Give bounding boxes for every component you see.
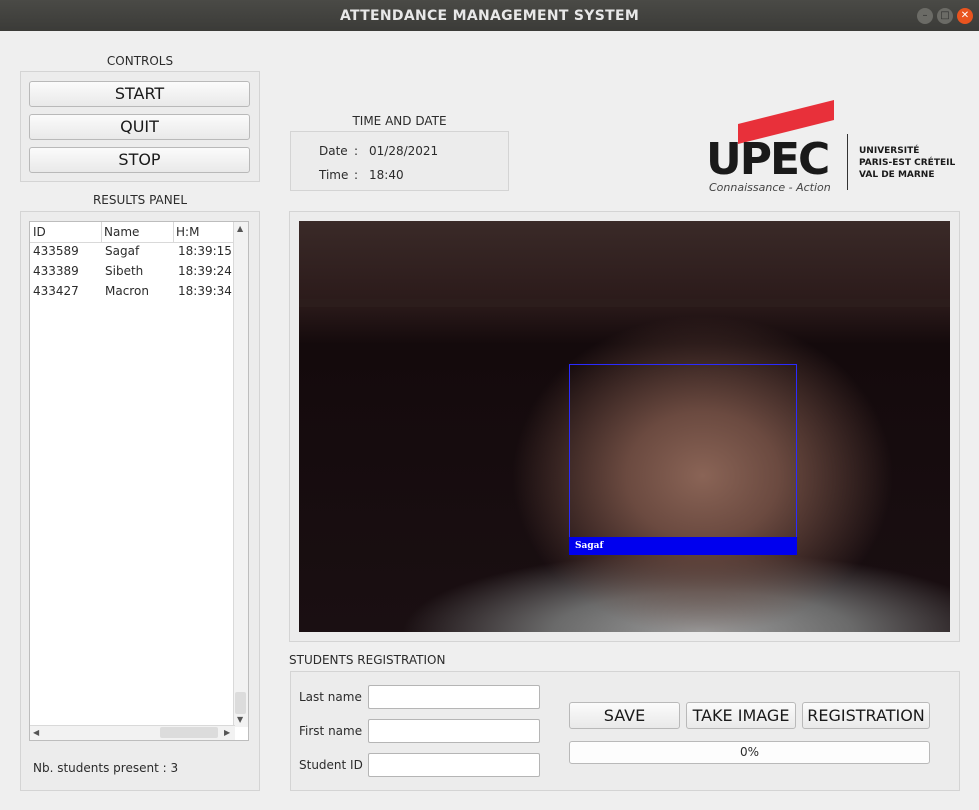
cell-time: 18:39:15: [178, 244, 232, 258]
scroll-left-icon[interactable]: ◀: [33, 728, 39, 737]
logo-line2: PARIS-EST CRÉTEIL: [859, 158, 956, 168]
shelf-edge: [299, 299, 950, 307]
registration-label: STUDENTS REGISTRATION: [289, 653, 446, 667]
last-name-label: Last name: [299, 690, 362, 704]
logo-tagline: Connaissance - Action: [709, 181, 831, 194]
camera-feed: Sagaf: [299, 221, 950, 632]
logo-mark: UPEC: [706, 134, 830, 185]
scroll-thumb-horizontal[interactable]: [160, 727, 218, 738]
cell-time: 18:39:24: [178, 264, 232, 278]
logo-line3: VAL DE MARNE: [859, 170, 935, 180]
date-label: Date: [319, 144, 348, 158]
registration-progress-bar: 0%: [569, 741, 930, 764]
scroll-right-icon[interactable]: ▶: [224, 728, 230, 737]
maximize-icon[interactable]: □: [937, 8, 953, 24]
vertical-scrollbar[interactable]: ▲ ▼: [233, 222, 248, 727]
logo-divider: [847, 134, 848, 190]
first-name-field[interactable]: [368, 719, 540, 743]
student-id-field[interactable]: [368, 753, 540, 777]
logo-line1: UNIVERSITÉ: [859, 146, 920, 156]
column-header-id[interactable]: ID: [33, 225, 46, 239]
cell-name: Macron: [105, 284, 149, 298]
date-value: 01/28/2021: [369, 144, 439, 158]
face-detection-box: [569, 364, 797, 555]
time-separator: :: [354, 168, 359, 182]
first-name-label: First name: [299, 724, 363, 738]
time-date-label: TIME AND DATE: [352, 114, 447, 128]
close-icon[interactable]: ✕: [957, 8, 973, 24]
column-header-time[interactable]: H:M: [176, 225, 199, 239]
cell-id: 433589: [33, 244, 79, 258]
date-separator: :: [354, 144, 359, 158]
cell-name: Sibeth: [105, 264, 144, 278]
results-label: RESULTS PANEL: [92, 193, 188, 207]
students-present-count: Nb. students present : 3: [33, 761, 179, 775]
column-header-name[interactable]: Name: [104, 225, 139, 239]
time-date-group: [290, 131, 509, 191]
last-name-field[interactable]: [368, 685, 540, 709]
save-button[interactable]: SAVE: [569, 702, 680, 729]
registration-button[interactable]: REGISTRATION: [802, 702, 930, 729]
scroll-up-icon[interactable]: ▲: [237, 224, 243, 233]
horizontal-scrollbar[interactable]: ◀ ▶: [30, 725, 235, 740]
cell-name: Sagaf: [105, 244, 140, 258]
minimize-icon[interactable]: –: [917, 8, 933, 24]
start-button[interactable]: START: [29, 81, 250, 107]
controls-label: CONTROLS: [106, 54, 174, 68]
cell-id: 433427: [33, 284, 79, 298]
quit-button[interactable]: QUIT: [29, 114, 250, 140]
progress-text: 0%: [739, 745, 760, 759]
title-bar: ATTENDANCE MANAGEMENT SYSTEM – □ ✕: [0, 0, 979, 31]
window-title: ATTENDANCE MANAGEMENT SYSTEM: [339, 8, 640, 24]
take-image-button[interactable]: TAKE IMAGE: [686, 702, 796, 729]
student-id-label: Student ID: [299, 758, 363, 772]
cell-time: 18:39:34: [178, 284, 232, 298]
table-header: ID Name H:M: [30, 222, 234, 243]
cell-id: 433389: [33, 264, 79, 278]
time-label: Time: [319, 168, 349, 182]
scroll-down-icon[interactable]: ▼: [237, 715, 243, 724]
time-value: 18:40: [369, 168, 404, 182]
detected-name-label: Sagaf: [569, 537, 797, 555]
stop-button[interactable]: STOP: [29, 147, 250, 173]
results-table[interactable]: ID Name H:M 433589 Sagaf 18:39:15 433389…: [29, 221, 249, 741]
scroll-thumb[interactable]: [235, 692, 246, 714]
